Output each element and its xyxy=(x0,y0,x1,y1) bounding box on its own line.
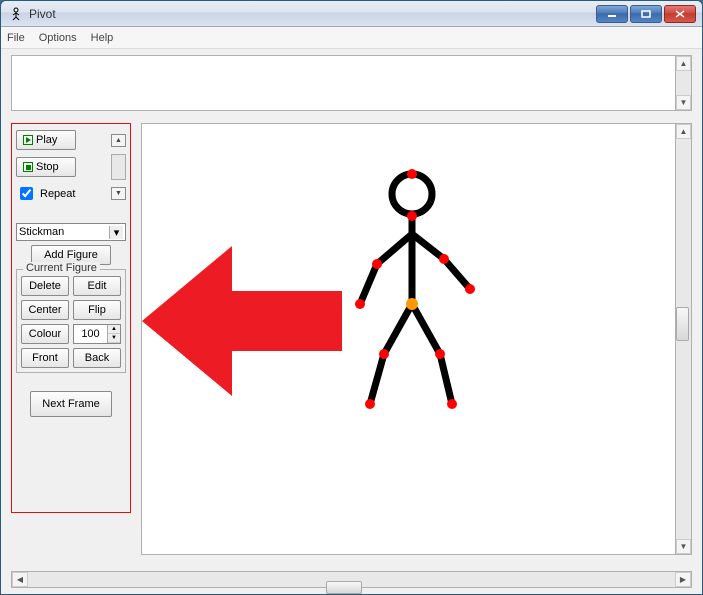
joint-right-elbow[interactable] xyxy=(439,254,449,264)
repeat-checkbox[interactable] xyxy=(20,187,33,200)
joint-left-hand[interactable] xyxy=(355,299,365,309)
front-button[interactable]: Front xyxy=(21,348,69,368)
menu-file[interactable]: File xyxy=(7,32,25,44)
stop-label: Stop xyxy=(36,161,59,173)
joint-left-foot[interactable] xyxy=(365,399,375,409)
scroll-up-icon[interactable]: ▲ xyxy=(676,124,691,139)
scroll-up-icon[interactable]: ▲ xyxy=(676,56,691,71)
timeline-scrollbar[interactable]: ▲ ▼ xyxy=(675,55,692,111)
joint-right-hand[interactable] xyxy=(465,284,475,294)
scroll-left-icon[interactable]: ◀ xyxy=(12,572,28,587)
window-controls xyxy=(596,5,696,23)
current-figure-group: Current Figure Delete Edit Center Flip C… xyxy=(16,269,126,373)
app-icon xyxy=(9,7,23,21)
center-button[interactable]: Center xyxy=(21,300,69,320)
menubar: File Options Help xyxy=(1,27,702,49)
side-panel: Play ▲ Stop Repeat ▼ xyxy=(11,123,131,513)
play-button[interactable]: Play xyxy=(16,130,76,150)
colour-label: Colour xyxy=(29,328,61,340)
flip-label: Flip xyxy=(88,304,106,316)
scale-value: 100 xyxy=(74,328,107,340)
scale-spinner[interactable]: 100 ▲▼ xyxy=(73,324,121,344)
app-window: Pivot File Options Help ▲ ▼ Play xyxy=(0,0,703,595)
chevron-down-icon[interactable]: ▼ xyxy=(111,187,126,200)
repeat-label: Repeat xyxy=(40,188,75,200)
figure-dropdown[interactable]: Stickman ▾ xyxy=(16,223,126,241)
back-label: Back xyxy=(85,352,109,364)
menu-options[interactable]: Options xyxy=(39,32,77,44)
joint-left-elbow[interactable] xyxy=(372,259,382,269)
joint-neck[interactable] xyxy=(407,211,417,221)
speed-spinner[interactable]: ▲ xyxy=(111,134,126,147)
chevron-up-icon[interactable]: ▲ xyxy=(108,325,120,334)
canvas[interactable] xyxy=(141,123,677,555)
canvas-vscrollbar[interactable]: ▲ ▼ xyxy=(675,123,692,555)
client-area: ▲ ▼ Play ▲ Stop xyxy=(1,49,702,594)
delete-button[interactable]: Delete xyxy=(21,276,69,296)
scroll-down-icon[interactable]: ▼ xyxy=(676,95,691,110)
current-figure-legend: Current Figure xyxy=(23,262,100,274)
back-button[interactable]: Back xyxy=(73,348,121,368)
joint-left-knee[interactable] xyxy=(379,349,389,359)
stop-button[interactable]: Stop xyxy=(16,157,76,177)
chevron-down-icon[interactable]: ▾ xyxy=(109,226,123,239)
joint-right-knee[interactable] xyxy=(435,349,445,359)
minimize-button[interactable] xyxy=(596,5,628,23)
annotation-arrow-icon xyxy=(132,236,352,406)
front-label: Front xyxy=(32,352,58,364)
maximize-button[interactable] xyxy=(630,5,662,23)
add-figure-label: Add Figure xyxy=(44,249,98,261)
close-button[interactable] xyxy=(664,5,696,23)
edit-label: Edit xyxy=(88,280,107,292)
menu-help[interactable]: Help xyxy=(91,32,114,44)
scroll-thumb[interactable] xyxy=(676,307,689,341)
titlebar[interactable]: Pivot xyxy=(1,1,702,27)
hscrollbar[interactable]: ◀ ▶ xyxy=(11,571,692,588)
next-frame-label: Next Frame xyxy=(42,398,99,410)
speed-track[interactable] xyxy=(111,154,126,180)
scroll-right-icon[interactable]: ▶ xyxy=(675,572,691,587)
edit-button[interactable]: Edit xyxy=(73,276,121,296)
timeline-strip[interactable] xyxy=(11,55,677,111)
chevron-up-icon[interactable]: ▲ xyxy=(111,134,126,147)
flip-button[interactable]: Flip xyxy=(73,300,121,320)
joint-origin[interactable] xyxy=(406,298,418,310)
stop-icon xyxy=(23,162,33,172)
scroll-thumb[interactable] xyxy=(326,581,362,594)
joint-head-top[interactable] xyxy=(407,169,417,179)
colour-button[interactable]: Colour xyxy=(21,324,69,344)
play-icon xyxy=(23,135,33,145)
play-label: Play xyxy=(36,134,57,146)
window-title: Pivot xyxy=(29,7,56,21)
scroll-down-icon[interactable]: ▼ xyxy=(676,539,691,554)
next-frame-button[interactable]: Next Frame xyxy=(30,391,112,417)
chevron-down-icon[interactable]: ▼ xyxy=(108,334,120,343)
joint-right-foot[interactable] xyxy=(447,399,457,409)
figure-dropdown-value: Stickman xyxy=(19,226,64,238)
delete-label: Delete xyxy=(29,280,61,292)
center-label: Center xyxy=(28,304,61,316)
